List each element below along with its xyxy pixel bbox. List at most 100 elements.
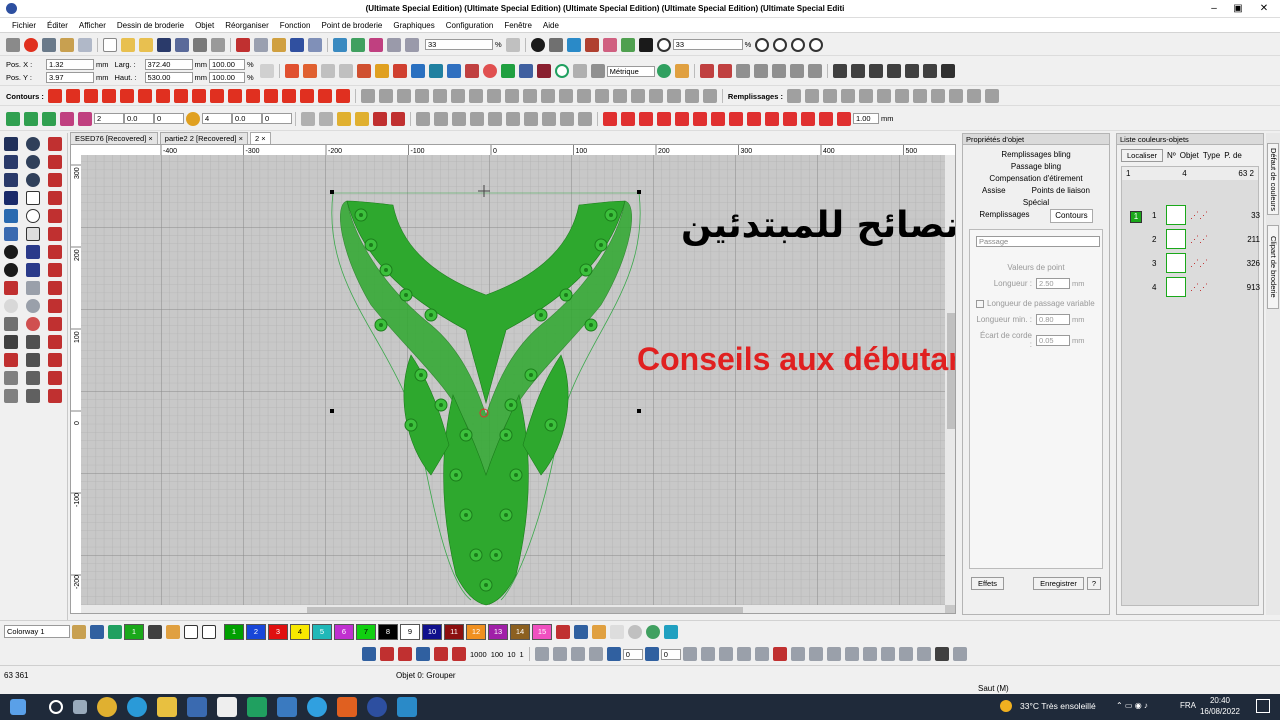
notification-icon[interactable]	[1256, 699, 1270, 713]
zoom-prev-icon[interactable]	[809, 37, 824, 52]
tab-close-icon[interactable]: ×	[261, 134, 265, 143]
outline-e-icon[interactable]	[432, 89, 447, 103]
monogram2-icon[interactable]	[4, 209, 18, 223]
slow-redraw-icon[interactable]	[584, 37, 599, 52]
frame-icon[interactable]	[566, 37, 581, 52]
colorway-b-icon[interactable]	[90, 624, 104, 639]
measure-icon[interactable]	[656, 64, 671, 78]
variable-length-checkbox[interactable]	[976, 299, 984, 308]
tool-y-icon[interactable]	[700, 647, 715, 661]
tool-a-icon[interactable]	[699, 64, 714, 78]
array-icon[interactable]	[78, 111, 92, 126]
align-a-icon[interactable]	[416, 111, 430, 126]
fill4-icon[interactable]	[392, 64, 407, 78]
satin-a-icon[interactable]	[4, 371, 18, 385]
contour-c-icon[interactable]	[173, 89, 188, 103]
align-e-icon[interactable]	[488, 111, 502, 126]
menu-configuration[interactable]: Configuration	[446, 21, 494, 30]
color-swatch[interactable]: 8	[378, 623, 398, 640]
arc-icon[interactable]	[26, 173, 40, 187]
outline-a-icon[interactable]	[360, 89, 375, 103]
outline-r-icon[interactable]	[666, 89, 681, 103]
color-swatch[interactable]: 13	[488, 623, 508, 640]
travel2-icon[interactable]	[351, 37, 365, 52]
tool-d-icon[interactable]	[753, 64, 768, 78]
outline-f-icon[interactable]	[450, 89, 465, 103]
photo-icon[interactable]	[428, 64, 443, 78]
curve-icon[interactable]	[26, 155, 40, 169]
save-button[interactable]: Enregistrer	[1033, 577, 1084, 590]
contour-a-icon[interactable]	[137, 89, 152, 103]
align-i-icon[interactable]	[560, 111, 574, 126]
angle-field[interactable]: 0	[154, 113, 184, 124]
select-b-icon[interactable]	[319, 111, 333, 126]
contour-l-icon[interactable]	[335, 89, 350, 103]
fill-l-icon[interactable]	[984, 89, 999, 103]
capcut-icon[interactable]	[217, 697, 237, 717]
tab-passage-bling[interactable]: Passage bling	[969, 161, 1103, 173]
tab-close-icon[interactable]: ×	[148, 134, 152, 143]
tool-c-icon[interactable]	[735, 64, 750, 78]
windows-start-icon[interactable]	[10, 699, 26, 715]
tool-ah-icon[interactable]	[862, 647, 877, 661]
tool-ad-icon[interactable]	[790, 647, 805, 661]
tab-close-icon[interactable]: ×	[239, 134, 243, 143]
select-a-icon[interactable]	[301, 111, 315, 126]
digitize-e-icon[interactable]	[48, 209, 62, 223]
color-swatch[interactable]: 5	[312, 623, 332, 640]
stitch-a-icon[interactable]	[26, 281, 40, 295]
palette-d-icon[interactable]	[610, 624, 624, 639]
tab-eseд76[interactable]: ESED76 [Recovered] ×	[70, 132, 158, 144]
mirror-c-icon[interactable]	[42, 111, 56, 126]
copy-icon[interactable]	[78, 37, 92, 52]
tool-ae-icon[interactable]	[808, 647, 823, 661]
ellipse-icon[interactable]	[26, 209, 40, 223]
contour-triple-icon[interactable]	[65, 89, 80, 103]
color-k-icon[interactable]	[783, 111, 797, 126]
travel-icon[interactable]	[333, 37, 347, 52]
fill-e-icon[interactable]	[858, 89, 873, 103]
current-color-swatch[interactable]: 1	[124, 623, 144, 640]
tool-aj-icon[interactable]	[898, 647, 913, 661]
step-1[interactable]: 1	[520, 650, 524, 659]
outline-q-icon[interactable]	[648, 89, 663, 103]
contour-blanket-icon[interactable]	[119, 89, 134, 103]
photos-icon[interactable]	[277, 697, 297, 717]
stitch-tool-d-icon[interactable]	[416, 647, 430, 661]
color-g-icon[interactable]	[711, 111, 725, 126]
lock-icon[interactable]	[337, 111, 351, 126]
paste-icon[interactable]	[272, 37, 286, 52]
contour-h-icon[interactable]	[263, 89, 278, 103]
explorer-icon[interactable]	[157, 697, 177, 717]
contour-f-icon[interactable]	[227, 89, 242, 103]
contour-j-icon[interactable]	[299, 89, 314, 103]
rotate-icon[interactable]	[606, 647, 621, 661]
colorway-a-icon[interactable]	[72, 624, 86, 639]
hexagon-icon[interactable]	[4, 281, 18, 295]
arrow-down2-icon[interactable]	[904, 64, 919, 78]
skew-field[interactable]: 0	[660, 648, 681, 660]
design-canvas[interactable]: -400 -300 -200 -100 0 100 200 300 400 500 300 200 1…	[70, 144, 956, 614]
object-row[interactable]: 4 ⋰⋰ 913	[1152, 275, 1260, 299]
fill-h-icon[interactable]	[912, 89, 927, 103]
select-arrow-icon[interactable]	[4, 137, 18, 151]
tool-g-icon[interactable]	[807, 64, 822, 78]
save-as-icon[interactable]	[175, 37, 189, 52]
node-edit-b-icon[interactable]	[552, 647, 567, 661]
locate-button[interactable]: Localiser	[1121, 149, 1164, 162]
tab-contours[interactable]: Contours	[1050, 209, 1093, 223]
digitize-b-icon[interactable]	[48, 155, 62, 169]
bullseye-icon[interactable]	[4, 245, 18, 259]
eraser-icon[interactable]	[4, 335, 18, 349]
arrow-down3-icon[interactable]	[922, 64, 937, 78]
arrow-up-icon[interactable]	[832, 64, 847, 78]
tool-ab-icon[interactable]	[754, 647, 769, 661]
digitize-j-icon[interactable]	[48, 299, 62, 313]
digitize-f-icon[interactable]	[48, 227, 62, 241]
palette-e-icon[interactable]	[628, 624, 642, 639]
spacing-field[interactable]: 0.0	[124, 113, 154, 124]
bullseye2-icon[interactable]	[4, 263, 18, 277]
tool-aa-icon[interactable]	[736, 647, 751, 661]
close-button[interactable]: ✕	[1252, 2, 1276, 16]
color-m-icon[interactable]	[819, 111, 833, 126]
